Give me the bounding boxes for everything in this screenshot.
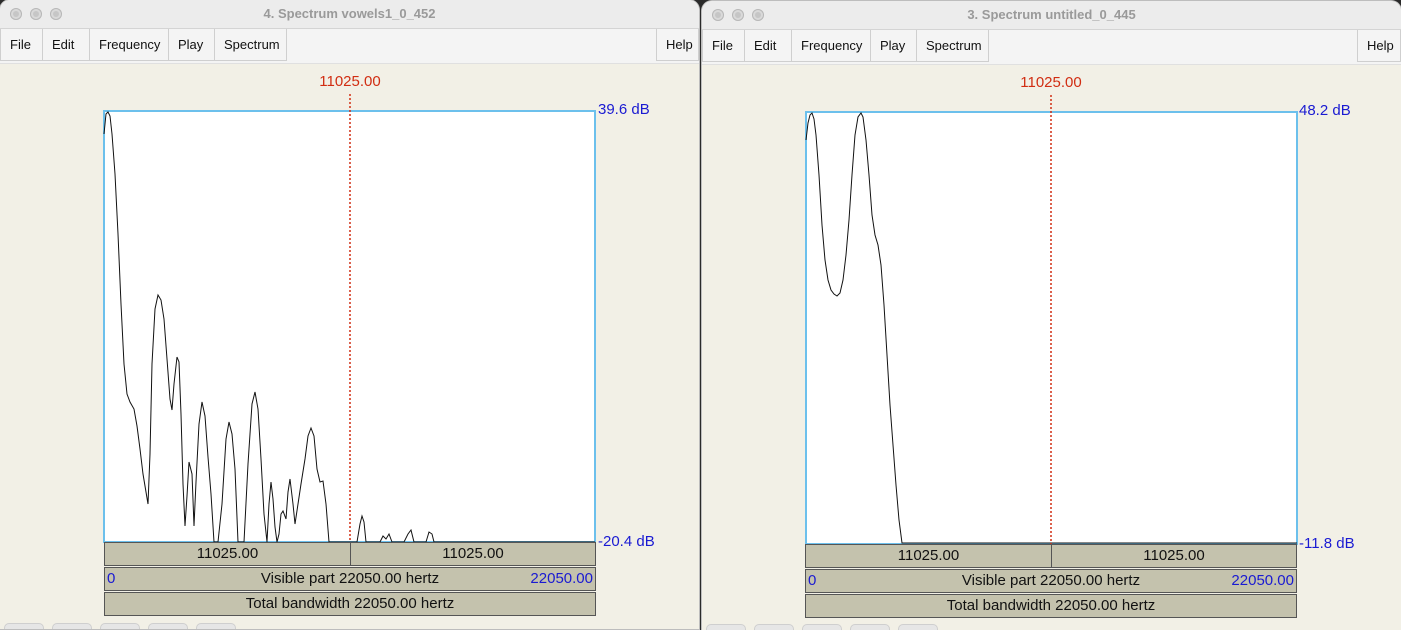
spectrum-window-right: 3. Spectrum untitled_0_445 File Edit Fre… bbox=[702, 1, 1401, 630]
menu-play[interactable]: Play bbox=[870, 30, 917, 62]
right-half-button[interactable]: 11025.00 bbox=[351, 543, 595, 565]
menu-edit[interactable]: Edit bbox=[744, 30, 792, 62]
visible-end-label: 22050.00 bbox=[1231, 572, 1294, 589]
menu-help[interactable]: Help bbox=[1357, 30, 1401, 62]
bottom-tab bbox=[4, 623, 44, 629]
window-title: 3. Spectrum untitled_0_445 bbox=[967, 7, 1136, 22]
bottom-tab bbox=[706, 624, 746, 630]
visible-part-label: Visible part 22050.00 hertz bbox=[961, 572, 1141, 589]
left-half-button[interactable]: 11025.00 bbox=[105, 543, 350, 565]
title-bar[interactable]: 3. Spectrum untitled_0_445 bbox=[702, 1, 1401, 30]
cursor-frequency-label: 11025.00 bbox=[1020, 74, 1082, 91]
menu-bar: File Edit Frequency Play Spectrum Help bbox=[0, 29, 699, 64]
bottom-tab bbox=[898, 624, 938, 630]
total-bandwidth-label: Total bandwidth 22050.00 hertz bbox=[245, 595, 455, 612]
menu-file[interactable]: File bbox=[0, 29, 43, 61]
menu-bar: File Edit Frequency Play Spectrum Help bbox=[702, 30, 1401, 65]
menu-file[interactable]: File bbox=[702, 30, 745, 62]
title-bar[interactable]: 4. Spectrum vowels1_0_452 bbox=[0, 0, 699, 29]
spectrum-plot-area[interactable]: 11025.00 39.6 dB -20.4 dB 11025.00 11025… bbox=[0, 64, 699, 629]
window-title: 4. Spectrum vowels1_0_452 bbox=[263, 6, 436, 21]
cursor-frequency-label: 11025.00 bbox=[319, 73, 381, 90]
db-top-label: 39.6 dB bbox=[598, 101, 650, 118]
right-half-button[interactable]: 11025.00 bbox=[1052, 545, 1296, 567]
bottom-tab bbox=[196, 623, 236, 629]
visible-part-label: Visible part 22050.00 hertz bbox=[260, 570, 440, 587]
bottom-tab bbox=[850, 624, 890, 630]
visible-end-label: 22050.00 bbox=[530, 570, 593, 587]
bottom-tab bbox=[754, 624, 794, 630]
visible-part-bar[interactable]: 0 Visible part 22050.00 hertz 22050.00 bbox=[104, 567, 596, 591]
menu-play[interactable]: Play bbox=[168, 29, 215, 61]
menu-frequency[interactable]: Frequency bbox=[89, 29, 169, 61]
bottom-tab bbox=[148, 623, 188, 629]
left-half-button[interactable]: 11025.00 bbox=[806, 545, 1051, 567]
menu-frequency[interactable]: Frequency bbox=[791, 30, 871, 62]
bottom-strip bbox=[0, 623, 699, 629]
menu-help[interactable]: Help bbox=[656, 29, 699, 61]
db-bottom-label: -11.8 dB bbox=[1299, 535, 1355, 552]
total-bandwidth-bar[interactable]: Total bandwidth 22050.00 hertz bbox=[104, 592, 596, 616]
spectrum-plot-area[interactable]: 11025.00 48.2 dB -11.8 dB 11025.00 11025… bbox=[702, 65, 1401, 630]
menu-spectrum[interactable]: Spectrum bbox=[916, 30, 989, 62]
half-selection-bar[interactable]: 11025.00 11025.00 bbox=[805, 544, 1297, 568]
menu-edit[interactable]: Edit bbox=[42, 29, 90, 61]
total-bandwidth-bar[interactable]: Total bandwidth 22050.00 hertz bbox=[805, 594, 1297, 618]
menu-spectrum[interactable]: Spectrum bbox=[214, 29, 287, 61]
half-selection-bar[interactable]: 11025.00 11025.00 bbox=[104, 542, 596, 566]
bottom-tab bbox=[52, 623, 92, 629]
db-bottom-label: -20.4 dB bbox=[598, 533, 655, 550]
visible-part-bar[interactable]: 0 Visible part 22050.00 hertz 22050.00 bbox=[805, 569, 1297, 593]
db-top-label: 48.2 dB bbox=[1299, 102, 1351, 119]
bottom-tab bbox=[802, 624, 842, 630]
spectrum-window-left: 4. Spectrum vowels1_0_452 File Edit Freq… bbox=[0, 0, 699, 629]
bottom-strip bbox=[702, 624, 1401, 630]
total-bandwidth-label: Total bandwidth 22050.00 hertz bbox=[946, 597, 1156, 614]
bottom-tab bbox=[100, 623, 140, 629]
